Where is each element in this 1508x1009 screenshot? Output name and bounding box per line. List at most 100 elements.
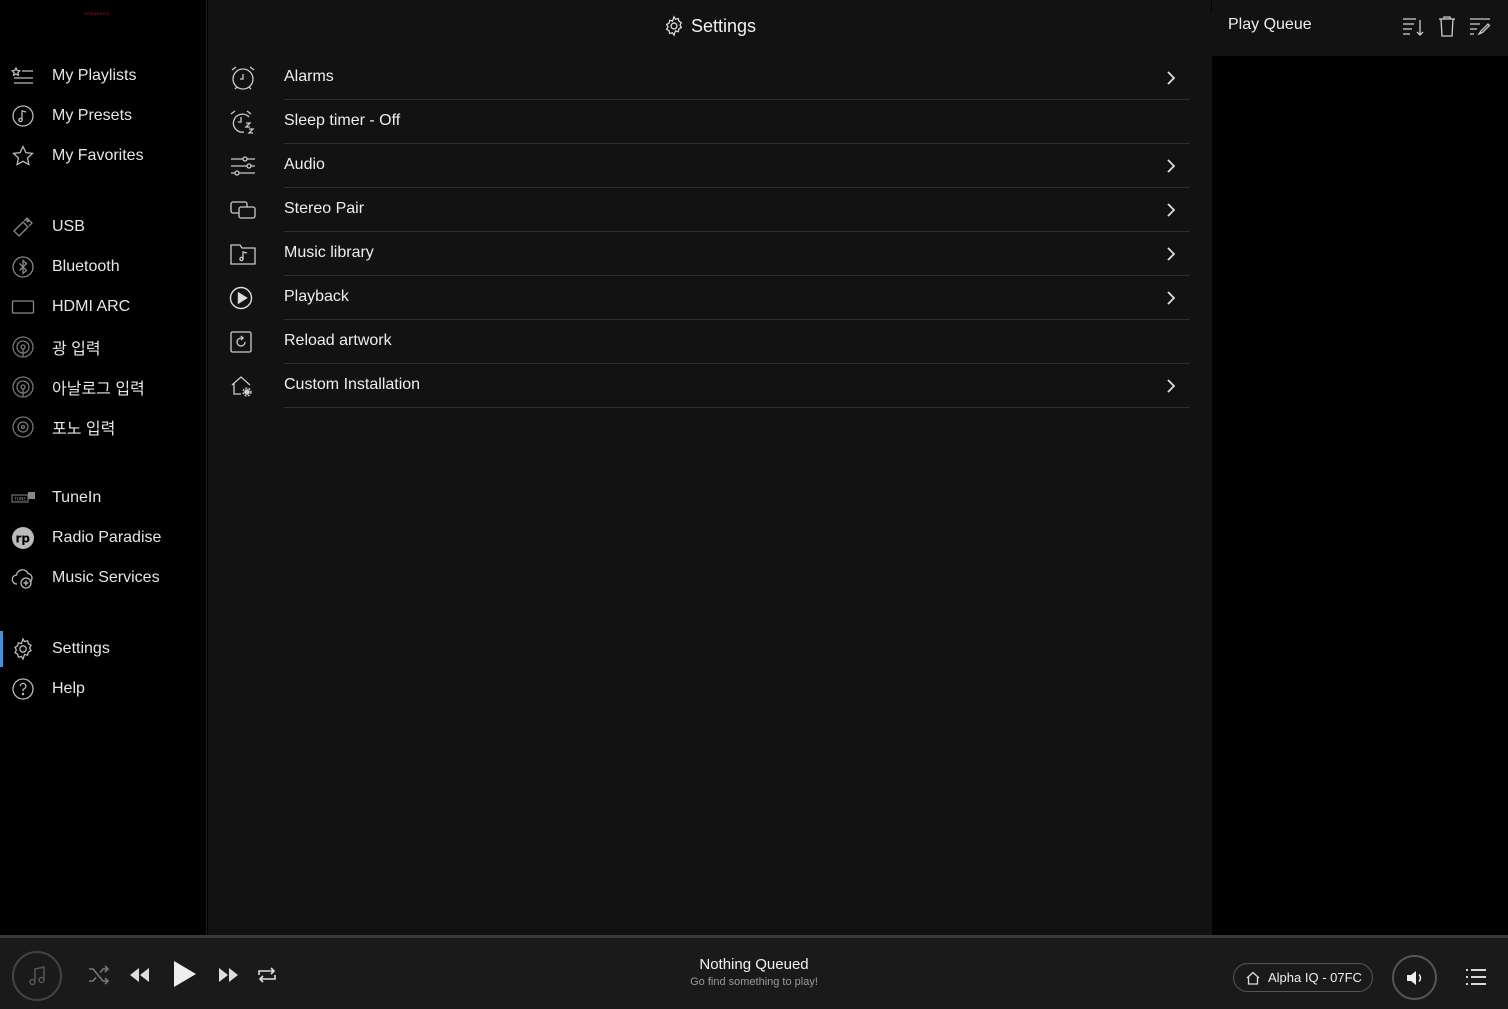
trash-icon — [1439, 16, 1455, 37]
sidebar-item-radio-paradise[interactable]: rp Radio Paradise — [0, 520, 207, 556]
page-title-text: Settings — [690, 15, 757, 36]
svg-text:TUNE: TUNE — [13, 497, 26, 503]
sort-queue-button[interactable] — [1401, 14, 1425, 38]
settings-row-label: Reload artwork — [284, 332, 392, 349]
next-button[interactable] — [216, 963, 240, 987]
album-art-placeholder[interactable] — [12, 951, 62, 1001]
edit-list-icon — [1470, 18, 1491, 36]
chevron-right-icon — [1162, 201, 1180, 219]
star-icon — [11, 144, 35, 168]
menu-button[interactable] — [1464, 965, 1488, 989]
device-name: Alpha IQ - 07FC — [1268, 970, 1362, 985]
chevron-right-icon — [1162, 377, 1180, 395]
sidebar-item-label: 광 입력 — [52, 341, 101, 358]
speaker-icon — [1406, 970, 1421, 985]
sidebar-item-label: 포노 입력 — [52, 421, 116, 438]
shuffle-icon — [89, 965, 110, 985]
sidebar-item-hdmi-arc[interactable]: HDMI ARC — [0, 289, 207, 325]
play-queue-title: Play Queue — [1228, 16, 1312, 33]
settings-row-label: Audio — [284, 156, 325, 173]
now-playing-subtitle: Go find something to play! — [690, 976, 818, 988]
sidebar-item-bluetooth[interactable]: Bluetooth — [0, 249, 207, 285]
tunein-icon: TUNE — [11, 486, 35, 510]
settings-panel: Settings Alarms Sleep timer - Off Audio … — [208, 0, 1211, 935]
fast-forward-icon — [219, 968, 238, 982]
help-icon — [11, 677, 35, 701]
edit-queue-button[interactable] — [1468, 14, 1492, 38]
sidebar-item-label: My Presets — [52, 107, 133, 124]
sidebar: psb SPEAKERS My Playlists My Presets My … — [0, 0, 1291, 947]
sidebar-item-label: Settings — [52, 640, 110, 657]
reload-icon — [229, 328, 257, 356]
device-selector[interactable]: Alpha IQ - 07FC — [1233, 963, 1373, 992]
sidebar-item-analog-input[interactable]: 아날로그 입력 — [0, 369, 207, 405]
sidebar-item-tunein[interactable]: TUNE TuneIn — [0, 480, 207, 516]
settings-row-custom-installation[interactable]: Custom Installation — [208, 364, 1190, 408]
playlist-star-icon — [11, 64, 35, 88]
home-gear-icon — [229, 372, 257, 400]
svg-text:rp: rp — [16, 532, 31, 546]
bluetooth-icon — [11, 255, 35, 279]
clear-queue-button[interactable] — [1435, 14, 1459, 38]
shuffle-button[interactable] — [87, 963, 111, 987]
sleep-timer-icon — [229, 108, 257, 136]
psb-logo: psb SPEAKERS — [80, 12, 1291, 947]
previous-button[interactable] — [128, 963, 152, 987]
settings-row-label: Music library — [284, 244, 374, 261]
sidebar-item-music-services[interactable]: Music Services — [0, 560, 207, 596]
sidebar-item-usb[interactable]: USB — [0, 209, 207, 245]
settings-row-label: Playback — [284, 288, 349, 305]
settings-row-label: Custom Installation — [284, 376, 421, 393]
stereo-pair-icon — [229, 196, 257, 224]
settings-row-label: Sleep timer - Off — [284, 112, 401, 129]
settings-row-label: Alarms — [284, 68, 334, 85]
home-icon — [1246, 971, 1260, 985]
sort-icon — [1403, 18, 1424, 36]
gear-icon — [665, 15, 683, 37]
music-folder-icon — [229, 240, 257, 268]
play-circle-icon — [229, 284, 257, 312]
settings-row-music-library[interactable]: Music library — [208, 232, 1190, 276]
settings-row-playback[interactable]: Playback — [208, 276, 1190, 320]
page-title: Settings — [208, 12, 1211, 40]
sidebar-item-optical-input[interactable]: 광 입력 — [0, 329, 207, 365]
optical-input-icon — [11, 335, 35, 359]
now-playing: Nothing Queued Go find something to play… — [604, 956, 904, 988]
sidebar-item-label: Radio Paradise — [52, 529, 162, 546]
settings-row-stereo-pair[interactable]: Stereo Pair — [208, 188, 1190, 232]
gear-icon — [11, 637, 35, 661]
sidebar-item-phono-input[interactable]: 포노 입력 — [0, 409, 207, 445]
rewind-icon — [130, 968, 149, 982]
sidebar-item-my-playlists[interactable]: My Playlists — [0, 58, 207, 94]
alarm-clock-icon — [229, 64, 257, 92]
settings-row-reload-artwork[interactable]: Reload artwork — [208, 320, 1190, 364]
sidebar-item-label: USB — [52, 218, 85, 235]
sidebar-item-label: Music Services — [52, 569, 160, 586]
sidebar-item-help[interactable]: Help — [0, 671, 207, 707]
phono-icon — [11, 415, 35, 439]
settings-row-label: Stereo Pair — [284, 200, 365, 217]
radio-paradise-icon: rp — [11, 526, 35, 550]
now-playing-title: Nothing Queued — [699, 956, 809, 973]
music-note-icon — [29, 966, 45, 986]
sidebar-item-my-favorites[interactable]: My Favorites — [0, 138, 207, 174]
chevron-right-icon — [1162, 69, 1180, 87]
sidebar-item-label: 아날로그 입력 — [52, 381, 145, 398]
play-button[interactable] — [168, 958, 200, 990]
settings-row-sleep-timer[interactable]: Sleep timer - Off — [208, 100, 1190, 144]
sliders-icon — [229, 152, 257, 180]
volume-button[interactable] — [1392, 955, 1437, 1000]
repeat-icon — [258, 967, 276, 983]
settings-row-audio[interactable]: Audio — [208, 144, 1190, 188]
chevron-right-icon — [1162, 245, 1180, 263]
sidebar-item-label: Bluetooth — [52, 258, 120, 275]
chevron-right-icon — [1162, 289, 1180, 307]
sidebar-item-settings[interactable]: Settings — [0, 631, 207, 667]
analog-input-icon — [11, 375, 35, 399]
sidebar-item-my-presets[interactable]: My Presets — [0, 98, 207, 134]
settings-row-alarms[interactable]: Alarms — [208, 56, 1190, 100]
usb-icon — [11, 215, 35, 239]
repeat-button[interactable] — [255, 963, 279, 987]
play-icon — [174, 961, 196, 987]
sidebar-item-label: TuneIn — [52, 489, 102, 506]
